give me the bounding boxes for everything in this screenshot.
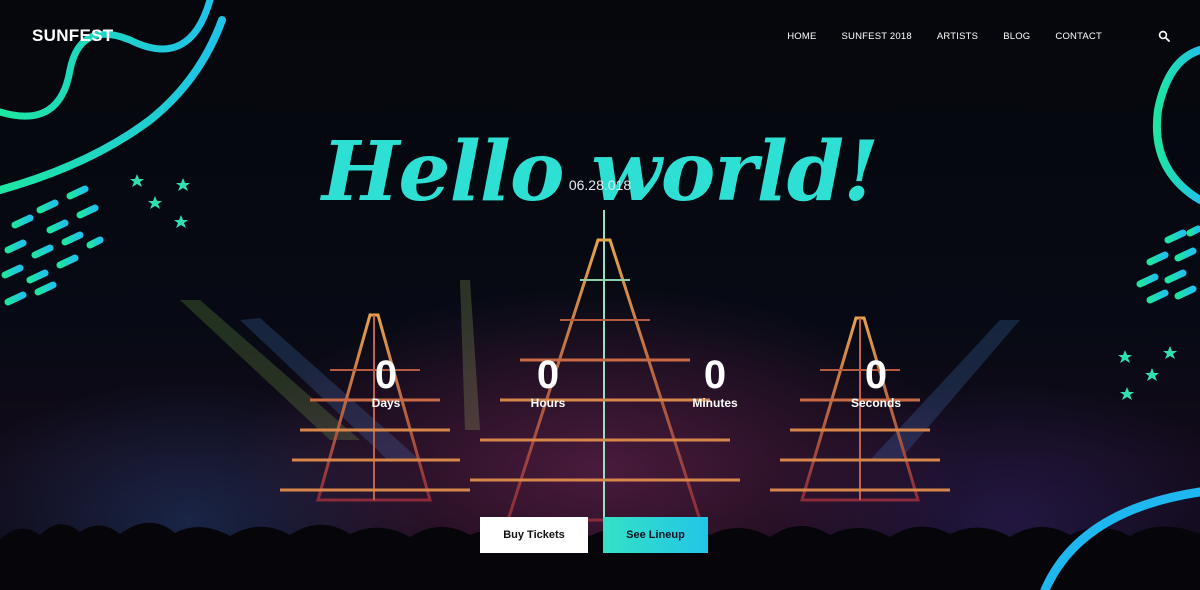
see-lineup-button[interactable]: See Lineup [603, 517, 708, 553]
nav-item-artists[interactable]: ARTISTS [937, 31, 978, 42]
stars-right-decoration [1118, 346, 1177, 400]
countdown-days-label: Days [371, 396, 401, 410]
countdown-seconds-value: 0 [864, 353, 888, 397]
nav-item-home[interactable]: HOME [787, 31, 816, 42]
countdown-minutes-label: Minutes [692, 396, 738, 410]
sunfest-logo[interactable]: SUNFEST [32, 26, 113, 46]
dash-pattern-right-decoration [1136, 225, 1200, 304]
hero-headline: Hello world! [321, 124, 879, 220]
countdown-days: 0 Days [326, 352, 446, 410]
crowd-silhouette [0, 522, 1200, 590]
countdown-seconds: 0 Seconds [816, 352, 936, 410]
main-nav: HOME SUNFEST 2018 ARTISTS BLOG CONTACT [787, 31, 1102, 42]
countdown-hours-label: Hours [530, 396, 566, 410]
nav-item-blog[interactable]: BLOG [1003, 31, 1030, 42]
countdown-minutes: 0 Minutes [655, 352, 775, 410]
countdown-hours-value: 0 [536, 353, 560, 397]
countdown-days-value: 0 [374, 353, 398, 397]
event-date: 06.28.018 [568, 177, 632, 193]
hero-section: SUNFEST HOME SUNFEST 2018 ARTISTS BLOG C… [0, 0, 1200, 590]
top-navigation-bar: SUNFEST HOME SUNFEST 2018 ARTISTS BLOG C… [0, 0, 1200, 72]
search-icon[interactable] [1158, 30, 1170, 42]
festival-background-image [0, 0, 1200, 590]
countdown-minutes-value: 0 [703, 353, 727, 397]
buy-tickets-button[interactable]: Buy Tickets [480, 517, 588, 553]
nav-item-sunfest-2018[interactable]: SUNFEST 2018 [842, 31, 912, 42]
nav-item-contact[interactable]: CONTACT [1055, 31, 1102, 42]
countdown-seconds-label: Seconds [850, 396, 901, 410]
countdown-hours: 0 Hours [488, 352, 608, 410]
